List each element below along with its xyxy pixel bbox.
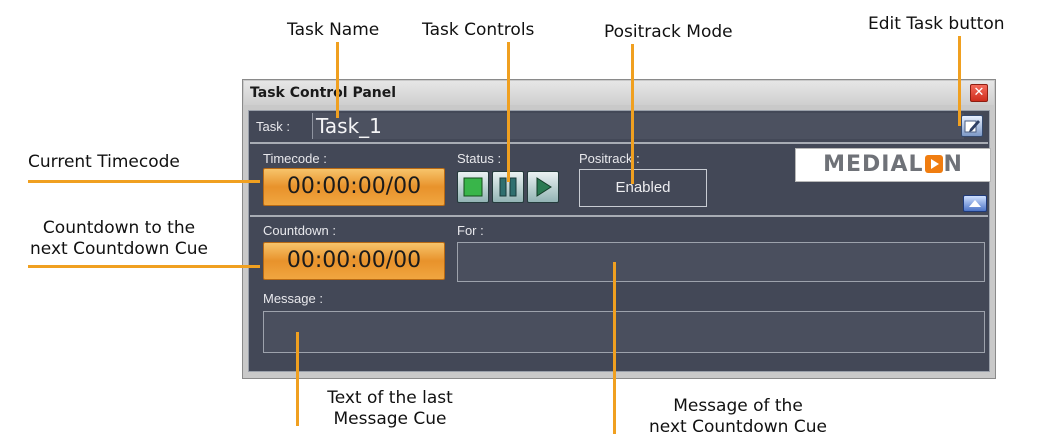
callout-line-current-timecode (28, 180, 260, 183)
for-label: For : (457, 223, 484, 238)
callout-countdown-line1: Countdown to the (42, 218, 196, 238)
message-label: Message : (263, 291, 323, 306)
callout-countdown-line2: next Countdown Cue (30, 239, 208, 259)
callout-line-task-name (336, 42, 339, 118)
callout-line-countdown (28, 265, 260, 268)
callout-line-task-controls (507, 42, 510, 182)
callout-next-message-line1: Message of the (673, 396, 803, 416)
callout-last-message-line2: Message Cue (333, 409, 447, 429)
callout-line-edit-task (958, 36, 961, 126)
countdown-label: Countdown : (263, 223, 336, 238)
callout-line-last-message (296, 332, 299, 426)
close-button[interactable]: ✕ (970, 84, 988, 102)
next-countdown-message-field (457, 242, 985, 282)
countdown-display: 00:00:00/00 (263, 242, 445, 280)
callout-task-controls: Task Controls (422, 20, 535, 40)
last-message-field (263, 311, 985, 353)
callout-next-message: Message of the next Countdown Cue (622, 396, 854, 438)
title-bar[interactable]: Task Control Panel ✕ (244, 81, 994, 105)
timecode-section-divider (250, 111, 988, 217)
callout-edit-task-button: Edit Task button (868, 14, 1005, 34)
callout-current-timecode: Current Timecode (28, 152, 180, 172)
callout-last-message-line1: Text of the last (327, 388, 453, 408)
task-control-panel-window: Task Control Panel ✕ Task : Task_1 Timec… (242, 79, 996, 379)
window-title: Task Control Panel (250, 85, 397, 101)
callout-positrack-mode: Positrack Mode (604, 22, 733, 42)
callout-line-next-message (613, 262, 616, 434)
callout-next-message-line2: next Countdown Cue (649, 417, 827, 437)
callout-countdown: Countdown to the next Countdown Cue (4, 218, 234, 260)
callout-last-message: Text of the last Message Cue (295, 388, 485, 430)
callout-task-name: Task Name (287, 20, 380, 40)
task-panel: Task : Task_1 Timecode : 00:00:00/00 Sta… (248, 110, 991, 372)
callout-line-positrack (631, 44, 634, 184)
